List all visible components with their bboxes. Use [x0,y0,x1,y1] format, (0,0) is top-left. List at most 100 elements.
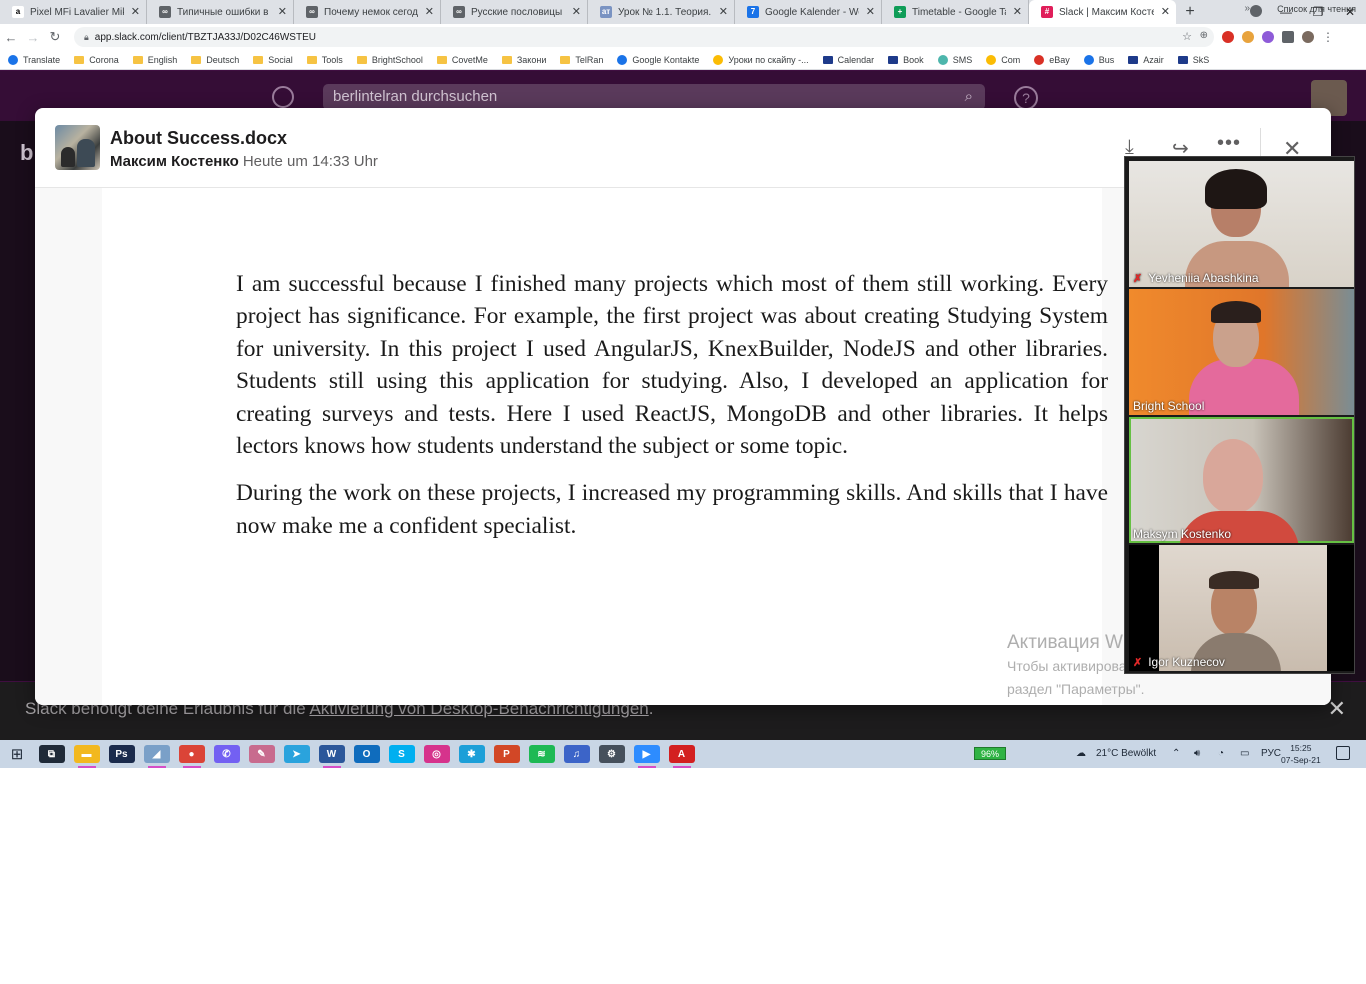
reading-list-button[interactable]: Список для чтения [1277,4,1356,14]
skype-icon[interactable]: S [388,745,415,763]
network-icon[interactable]: ◔ [1218,740,1224,768]
address-bar[interactable]: 🔒︎ app.slack.com/client/TBZTJA33J/D02C46… [74,27,1214,47]
action-center-icon[interactable] [1336,746,1350,760]
forward-icon[interactable]: → [22,30,44,45]
opera-extension-icon[interactable] [1222,31,1234,43]
powerpoint-icon[interactable]: P [493,745,520,763]
bookmark-favicon-icon [888,55,899,64]
bookmark-item[interactable]: SkS [1177,55,1209,65]
close-tab-icon[interactable]: ✕ [425,5,434,18]
bookmark-item[interactable]: Tools [306,55,343,65]
chrome-icon[interactable]: ● [178,745,205,768]
close-tab-icon[interactable]: ✕ [131,5,140,18]
close-tab-icon[interactable]: ✕ [1161,5,1170,18]
bookmark-star-icon[interactable]: ☆ [1182,30,1192,43]
outlook-icon[interactable]: O [353,745,380,763]
bookmark-item[interactable]: TelRan [560,55,603,65]
tray-chevron-icon[interactable]: ⌃ [1172,740,1180,768]
sheets-icon: + [894,6,906,18]
tab-search-icon[interactable] [1250,5,1262,17]
profile-avatar-icon[interactable] [1302,31,1314,43]
new-tab-button[interactable]: + [1176,0,1204,24]
back-icon[interactable]: ← [0,30,22,45]
browser-tab[interactable]: 7 Google Kalender - Woche ✕ [735,0,882,24]
browser-tab[interactable]: ∞ Русские пословицы и пог ✕ [441,0,588,24]
acrobat-icon[interactable]: A [668,745,695,768]
close-tab-icon[interactable]: ✕ [572,5,581,18]
browser-tab[interactable]: + Timetable - Google Tabelle ✕ [882,0,1029,24]
puzzle-extension-icon[interactable] [1282,31,1294,43]
volume-icon[interactable]: 🔊︎ [1194,740,1200,768]
telegram-icon[interactable]: ➤ [283,745,310,763]
browser-tab[interactable]: # Slack | Максим Костенко | ✕ [1029,0,1176,24]
cookie-extension-icon[interactable] [1242,31,1254,43]
weather-icon[interactable]: ☁ [1076,740,1086,768]
bookmark-item[interactable]: eBay [1034,54,1070,65]
bookmark-item[interactable]: Com [986,54,1020,65]
task-view-icon[interactable]: ⧉ [38,745,65,763]
bookmark-item[interactable]: Bus [1083,54,1114,65]
bookmark-label: Social [268,54,293,65]
close-tab-icon[interactable]: ✕ [1013,5,1022,18]
whatsapp-icon[interactable]: ◎ [423,745,450,763]
app-icon[interactable]: ◢ [143,745,170,768]
bookmark-item[interactable]: Calendar [822,55,874,65]
windows-start-icon[interactable]: ⊞ [0,745,34,763]
headphones-icon[interactable]: ♫ [563,745,590,763]
bookmark-item[interactable]: English [132,55,177,65]
more-bookmarks-button[interactable]: » [1244,3,1250,14]
bookmark-item[interactable]: CovetMe [436,55,488,65]
zoom-icon[interactable]: ▶ [633,745,660,768]
folder-icon [560,55,571,64]
bookmark-item[interactable]: Deutsch [191,55,239,65]
browser-tab[interactable]: ∞ Почему немок сегодня н ✕ [294,0,441,24]
system-clock[interactable]: 15:25 07-Sep-21 [1281,742,1321,766]
close-tab-icon[interactable]: ✕ [278,5,287,18]
document-page: I am successful because I finished many … [102,188,1108,705]
zoom-icon[interactable]: ⊕ [1200,30,1208,41]
explorer-icon[interactable]: ▬ [73,745,100,768]
pen-extension-icon[interactable] [1262,31,1274,43]
browser-tab[interactable]: ∞ Типичные ошибки в нем ✕ [147,0,294,24]
battery-indicator[interactable]: 96% [974,747,1006,760]
bookmark-item[interactable]: BrightSchool [356,55,423,65]
author-avatar[interactable] [55,125,100,170]
settings-icon[interactable]: ⚙ [598,745,625,763]
file-author[interactable]: Максим Костенко [110,153,239,170]
video-tile[interactable]: ✗ Yevheniia Abashkina [1129,161,1354,287]
bookmark-item[interactable]: Закони [501,55,546,65]
reload-icon[interactable]: ↻ [44,29,66,45]
browser-menu-icon[interactable]: ⋮ [1322,31,1334,43]
video-tile[interactable]: ✗ Igor Kuznecov [1129,545,1354,671]
more-actions-icon[interactable]: ••• [1217,132,1241,155]
slack-search-input[interactable]: berlintelran durchsuchen ⌕ [323,84,985,110]
browser-tab[interactable]: ат Урок № 1.1. Теория. Что т ✕ [588,0,735,24]
word-icon[interactable]: W [318,745,345,768]
bookmark-item[interactable]: Azair [1128,55,1164,65]
history-icon[interactable] [272,86,294,108]
bookmark-item[interactable]: Google Kontakte [617,54,699,65]
bookmark-item[interactable]: SMS [937,54,972,65]
photoshop-icon[interactable]: Ps [108,745,135,763]
video-tile[interactable]: Bright School [1129,289,1354,415]
help-icon[interactable]: ? [1014,86,1038,110]
search-placeholder: berlintelran durchsuchen [333,88,498,105]
bookmark-item[interactable]: Translate [8,54,60,65]
close-tab-icon[interactable]: ✕ [866,5,875,18]
weather-text[interactable]: 21°C Bewölkt [1096,740,1156,768]
language-indicator[interactable]: РУС [1261,740,1281,768]
spotify-icon[interactable]: ≋ [528,745,555,763]
paint-icon[interactable]: ✎ [248,745,275,763]
power-icon[interactable]: ▭ [1240,740,1249,768]
screen: a Pixel MFi Lavalier Mikrofon ✕ ∞ Типичные о… [0,0,1366,768]
browser-tab[interactable]: a Pixel MFi Lavalier Mikrofon ✕ [0,0,147,24]
close-tab-icon[interactable]: ✕ [719,5,728,18]
app2-icon[interactable]: ✱ [458,745,485,763]
video-call-panel[interactable]: ✗ Yevheniia Abashkina Bright School Maksy… [1124,156,1355,674]
bookmark-item[interactable]: Уроки по скайпу -... [713,54,809,65]
bookmark-item[interactable]: Social [253,55,293,65]
bookmark-item[interactable]: Corona [74,55,119,65]
viber-icon[interactable]: ✆ [213,745,240,763]
bookmark-item[interactable]: Book [888,55,924,65]
video-tile-active-speaker[interactable]: Maksym Kostenko [1129,417,1354,543]
